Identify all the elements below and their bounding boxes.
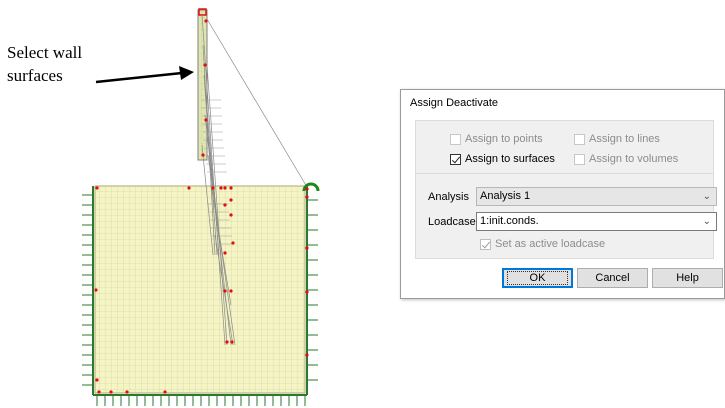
dialog-groupbox: Assign to points Assign to lines Assign … bbox=[415, 120, 717, 259]
assign-to-points-label: Assign to points bbox=[465, 133, 543, 145]
ok-button[interactable]: OK bbox=[502, 268, 573, 288]
assign-to-lines-label: Assign to lines bbox=[589, 133, 660, 145]
assign-to-volumes-option: Assign to volumes bbox=[574, 153, 678, 165]
assign-to-points-option: Assign to points bbox=[450, 133, 543, 145]
model-viewport[interactable] bbox=[75, 5, 325, 408]
chevron-down-icon: ⌄ bbox=[702, 216, 711, 227]
ok-button-label[interactable]: OK bbox=[506, 271, 569, 285]
assign-deactivate-dialog: Assign Deactivate Assign to points Assig… bbox=[400, 89, 725, 299]
assign-to-surfaces-option[interactable]: Assign to surfaces bbox=[450, 153, 555, 165]
cancel-button[interactable]: Cancel bbox=[577, 268, 648, 288]
chevron-down-icon: ⌄ bbox=[702, 191, 711, 202]
analysis-select-value: Analysis 1 bbox=[480, 190, 531, 202]
assign-to-lines-checkbox bbox=[574, 133, 585, 145]
analysis-label: Analysis bbox=[428, 191, 469, 203]
assign-to-surfaces-checkbox[interactable] bbox=[450, 153, 461, 165]
dialog-title: Assign Deactivate bbox=[410, 97, 499, 109]
assign-to-volumes-label: Assign to volumes bbox=[589, 153, 679, 165]
set-active-loadcase-option: Set as active loadcase bbox=[480, 238, 605, 250]
assign-to-points-checkbox bbox=[450, 133, 461, 145]
assign-to-volumes-checkbox bbox=[574, 153, 585, 165]
loadcase-select-value: 1:init.conds. bbox=[480, 215, 539, 227]
analysis-select[interactable]: Analysis 1 ⌄ bbox=[476, 187, 717, 206]
loadcase-select[interactable]: 1:init.conds. ⌄ bbox=[476, 212, 717, 231]
help-button[interactable]: Help bbox=[652, 268, 723, 288]
set-active-loadcase-checkbox bbox=[480, 238, 491, 250]
mesh-canvas[interactable] bbox=[75, 5, 325, 408]
assign-to-surfaces-label[interactable]: Assign to surfaces bbox=[465, 153, 555, 165]
loadcase-label: Loadcase bbox=[428, 216, 476, 228]
set-active-loadcase-label: Set as active loadcase bbox=[495, 238, 606, 250]
assign-to-lines-option: Assign to lines bbox=[574, 133, 660, 145]
